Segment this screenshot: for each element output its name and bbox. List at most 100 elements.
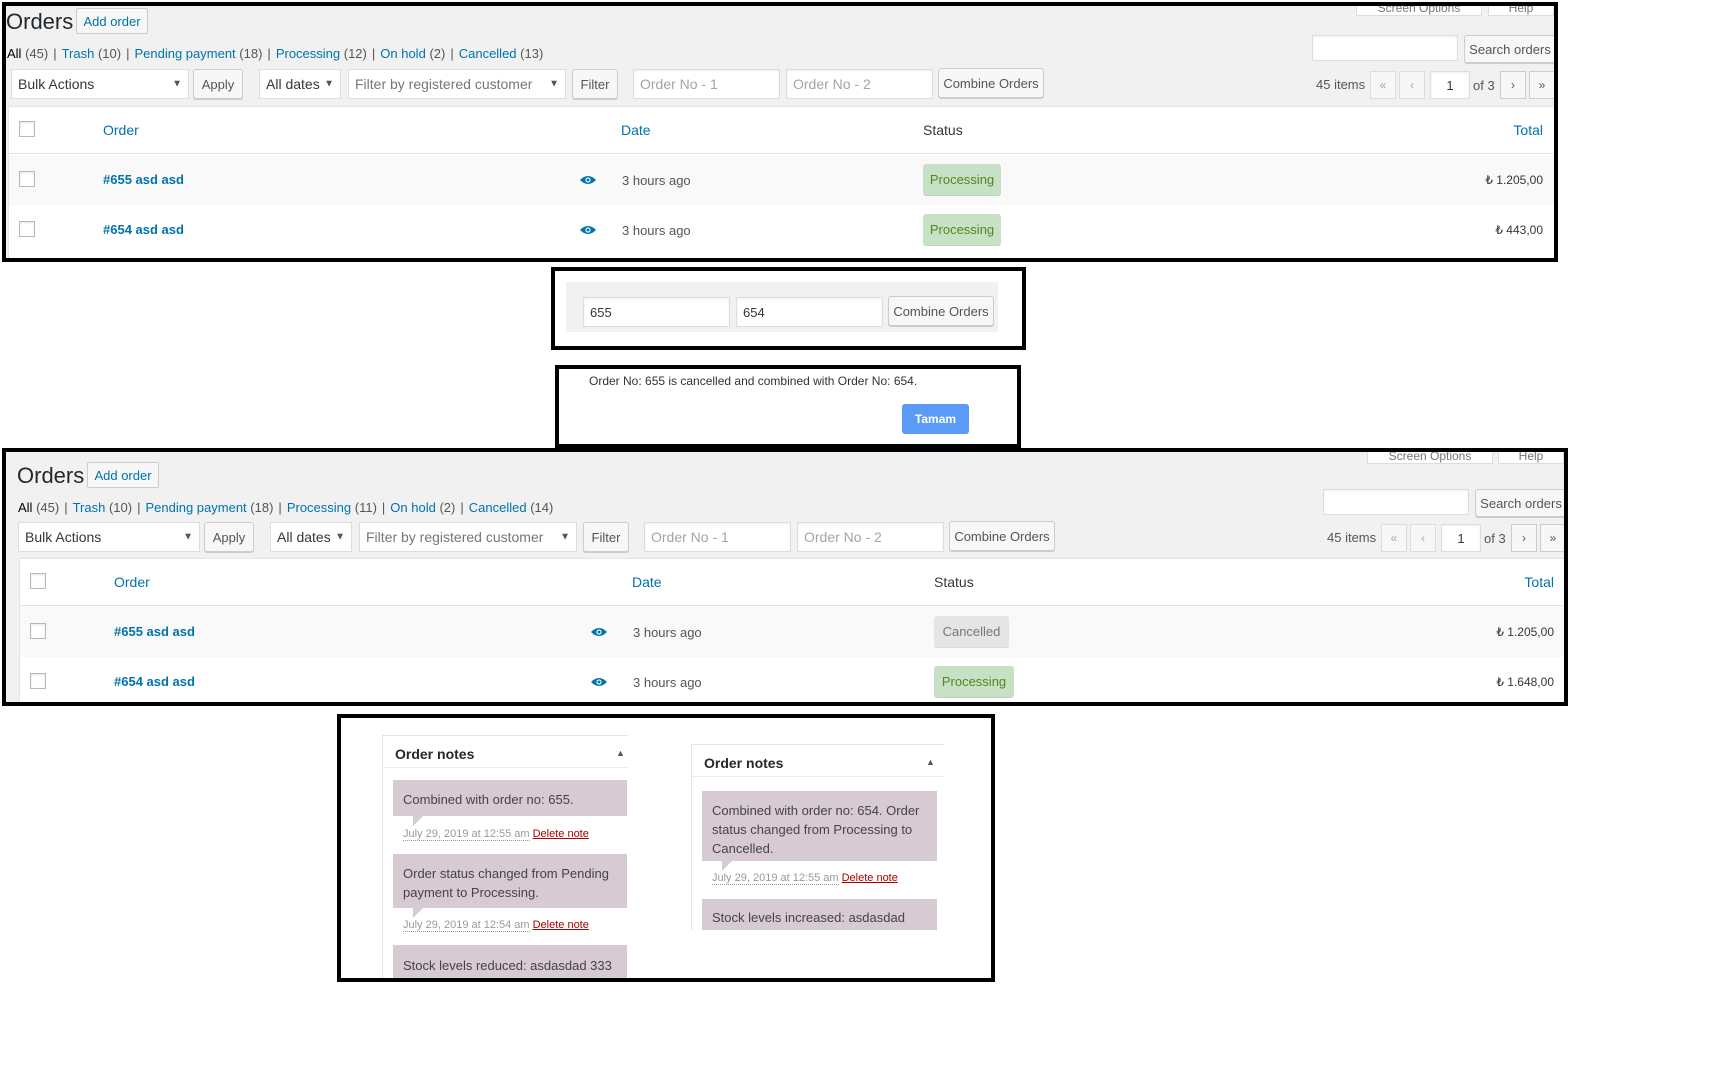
search-orders-button[interactable]: Search orders (1464, 35, 1554, 63)
note-item: Combined with order no: 654. Order statu… (702, 791, 937, 861)
delete-note-link[interactable]: Delete note (533, 828, 589, 840)
order-no-1-input[interactable]: 655 (583, 297, 730, 327)
order-link[interactable]: #654 asd asd (103, 222, 184, 237)
prev-page-button[interactable]: ‹ (1399, 71, 1425, 99)
combine-input-panel: 655 654 Combine Orders (551, 267, 1026, 350)
table-row[interactable]: #654 asd asd 3 hours ago Processing ₺ 44… (9, 205, 1554, 255)
row-checkbox[interactable] (19, 171, 35, 187)
customer-filter-select[interactable]: Filter by registered customer ▼ (359, 522, 577, 552)
search-input[interactable] (1312, 35, 1458, 61)
note-item: Stock levels increased: asdasdad 333 333 (702, 899, 937, 930)
search-input[interactable] (1323, 489, 1469, 515)
screen-options-tab[interactable]: Screen Options (1356, 6, 1482, 16)
customer-filter-select[interactable]: Filter by registered customer ▼ (348, 69, 566, 99)
order-notes-panel: Order notes ▲ Combined with order no: 65… (337, 714, 995, 982)
preview-eye-icon[interactable] (591, 627, 607, 637)
order-link[interactable]: #655 asd asd (114, 624, 195, 639)
combine-orders-button[interactable]: Combine Orders (888, 296, 994, 326)
filter-button[interactable]: Filter (583, 522, 629, 552)
select-all-checkbox[interactable] (19, 121, 35, 137)
preview-eye-icon[interactable] (580, 225, 596, 235)
collapse-toggle-icon[interactable]: ▲ (616, 748, 625, 758)
order-no-1-input[interactable]: Order No - 1 (644, 522, 791, 552)
combine-orders-button[interactable]: Combine Orders (938, 68, 1044, 98)
help-tab[interactable]: Help (1498, 452, 1564, 464)
order-no-2-input[interactable]: Order No - 2 (786, 69, 933, 99)
next-page-button[interactable]: › (1511, 524, 1537, 552)
date-filter-select[interactable]: All dates ▼ (259, 69, 341, 99)
delete-note-link[interactable]: Delete note (842, 872, 898, 884)
bulk-actions-select[interactable]: Bulk Actions ▼ (11, 69, 189, 99)
table-header: Order Date Status Total (20, 559, 1564, 606)
filter-cancelled[interactable]: Cancelled (469, 500, 527, 515)
apply-button[interactable]: Apply (204, 522, 254, 552)
delete-note-link[interactable]: Delete note (533, 919, 589, 931)
order-notes-right: Order notes ▲ Combined with order no: 65… (691, 744, 944, 930)
note-tail (413, 816, 423, 826)
preview-eye-icon[interactable] (591, 677, 607, 687)
order-link[interactable]: #654 asd asd (114, 674, 195, 689)
filter-pending-payment[interactable]: Pending payment (145, 500, 246, 515)
order-link[interactable]: #655 asd asd (103, 172, 184, 187)
first-page-button[interactable]: « (1370, 71, 1396, 99)
table-row[interactable]: #655 asd asd 3 hours ago Processing ₺ 1.… (9, 155, 1554, 205)
order-no-2-input[interactable]: 654 (736, 297, 883, 327)
column-order[interactable]: Order (114, 574, 150, 590)
page-total: of 3 (1484, 531, 1506, 546)
note-meta: July 29, 2019 at 12:54 am Delete note (403, 919, 589, 932)
filter-button[interactable]: Filter (572, 69, 618, 99)
add-order-button[interactable]: Add order (87, 462, 159, 488)
ok-button[interactable]: Tamam (902, 404, 969, 434)
notes-title: Order notes (704, 755, 784, 771)
column-total[interactable]: Total (1524, 574, 1554, 590)
prev-page-button[interactable]: ‹ (1410, 524, 1436, 552)
last-page-button[interactable]: » (1529, 71, 1554, 99)
preview-eye-icon[interactable] (580, 175, 596, 185)
bulk-actions-select[interactable]: Bulk Actions ▼ (18, 522, 200, 552)
filter-on-hold[interactable]: On hold (380, 46, 426, 61)
column-total[interactable]: Total (1513, 122, 1543, 138)
apply-button[interactable]: Apply (193, 69, 243, 99)
filter-processing[interactable]: Processing (287, 500, 351, 515)
combine-orders-button[interactable]: Combine Orders (949, 521, 1055, 551)
page-total: of 3 (1473, 78, 1495, 93)
last-page-button[interactable]: » (1540, 524, 1564, 552)
first-page-button[interactable]: « (1381, 524, 1407, 552)
screen-options-tab[interactable]: Screen Options (1367, 452, 1493, 464)
current-page-input[interactable]: 1 (1430, 71, 1470, 99)
date-filter-select[interactable]: All dates ▼ (270, 522, 352, 552)
confirmation-dialog: Order No: 655 is cancelled and combined … (555, 365, 1021, 448)
next-page-button[interactable]: › (1500, 71, 1526, 99)
order-date: 3 hours ago (622, 173, 691, 188)
note-meta: July 29, 2019 at 12:55 am Delete note (712, 872, 898, 885)
search-orders-button[interactable]: Search orders (1475, 489, 1564, 517)
order-total: ₺ 443,00 (1495, 223, 1543, 237)
collapse-toggle-icon[interactable]: ▲ (926, 757, 935, 767)
filter-cancelled[interactable]: Cancelled (459, 46, 517, 61)
table-row[interactable]: #655 asd asd 3 hours ago Cancelled ₺ 1.2… (20, 607, 1564, 657)
row-checkbox[interactable] (30, 623, 46, 639)
dropdown-arrow-icon: ▼ (183, 531, 193, 543)
order-no-2-input[interactable]: Order No - 2 (797, 522, 944, 552)
help-tab[interactable]: Help (1488, 6, 1554, 16)
current-page-input[interactable]: 1 (1441, 524, 1481, 552)
filter-on-hold[interactable]: On hold (390, 500, 436, 515)
filter-all[interactable]: All (18, 500, 32, 515)
column-date[interactable]: Date (621, 122, 651, 138)
row-checkbox[interactable] (19, 221, 35, 237)
row-checkbox[interactable] (30, 673, 46, 689)
filter-processing[interactable]: Processing (276, 46, 340, 61)
filter-pending-payment[interactable]: Pending payment (134, 46, 235, 61)
select-all-checkbox[interactable] (30, 573, 46, 589)
column-date[interactable]: Date (632, 574, 662, 590)
order-notes-left: Order notes ▲ Combined with order no: 65… (382, 735, 628, 978)
column-order[interactable]: Order (103, 122, 139, 138)
items-count: 45 items (1327, 530, 1377, 545)
order-no-1-input[interactable]: Order No - 1 (633, 69, 780, 99)
filter-all[interactable]: All (7, 46, 21, 61)
note-item: Combined with order no: 655. (393, 780, 627, 816)
filter-trash[interactable]: Trash (62, 46, 95, 61)
table-row[interactable]: #654 asd asd 3 hours ago Processing ₺ 1.… (20, 657, 1564, 702)
filter-trash[interactable]: Trash (73, 500, 106, 515)
add-order-button[interactable]: Add order (76, 8, 148, 34)
